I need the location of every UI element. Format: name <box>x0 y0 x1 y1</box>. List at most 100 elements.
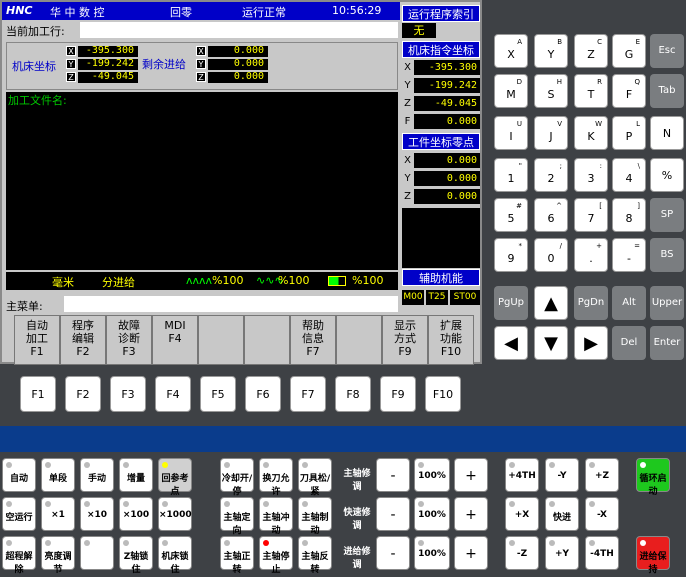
op-left-0-3[interactable]: 增量 <box>119 458 153 492</box>
op-mid-1-2[interactable]: 主轴制动 <box>298 497 332 536</box>
key-extra-6[interactable]: Upper <box>650 286 684 320</box>
key-3[interactable]: GE <box>612 34 646 68</box>
override-plus-1[interactable]: + <box>454 497 488 531</box>
softkey-f1[interactable]: 自动 加工 F1 <box>14 315 60 365</box>
key-2[interactable]: ZC <box>574 34 608 68</box>
fbutton-9[interactable]: F9 <box>380 376 416 412</box>
key-extra-5[interactable]: BS <box>650 238 684 272</box>
key-extra-4[interactable]: SP <box>650 198 684 232</box>
softkey-f8[interactable] <box>336 315 382 365</box>
op-left-1-4[interactable]: ×1000 <box>158 497 192 531</box>
arrow-down-icon[interactable]: ▼ <box>534 326 568 360</box>
op-mid-0-1[interactable]: 换刀允许 <box>259 458 293 497</box>
op-mid-0-2[interactable]: 刀具松/紧 <box>298 458 332 497</box>
fbutton-3[interactable]: F3 <box>110 376 146 412</box>
arrow-right-icon[interactable]: ▶ <box>574 326 608 360</box>
key-5[interactable]: SH <box>534 74 568 108</box>
nav-0[interactable]: PgUp <box>494 286 528 320</box>
op-left-0-4[interactable]: 回参考点 <box>158 458 192 497</box>
jog-1-0[interactable]: +X <box>505 497 539 531</box>
softkey-f6[interactable] <box>244 315 290 365</box>
key-7[interactable]: FQ <box>612 74 646 108</box>
key-0[interactable]: XA <box>494 34 528 68</box>
key-21[interactable]: 0/ <box>534 238 568 272</box>
fbutton-6[interactable]: F6 <box>245 376 281 412</box>
key-12[interactable]: 1 " <box>494 158 528 192</box>
key-extra-7[interactable]: Enter <box>650 326 684 360</box>
op-left-2-3[interactable]: Z轴锁住 <box>119 536 153 575</box>
jog-2-2[interactable]: -4TH <box>585 536 619 570</box>
softkey-f3[interactable]: 故障 诊断 F3 <box>106 315 152 365</box>
op-mid-0-0[interactable]: 冷却开/停 <box>220 458 254 497</box>
key-4[interactable]: MD <box>494 74 528 108</box>
softkey-f4[interactable]: MDI F4 <box>152 315 198 365</box>
op-left-0-2[interactable]: 手动 <box>80 458 114 492</box>
fbutton-10[interactable]: F10 <box>425 376 461 412</box>
op-left-1-3[interactable]: ×100 <box>119 497 153 531</box>
override-minus-0[interactable]: - <box>376 458 410 492</box>
key-14[interactable]: 3: <box>574 158 608 192</box>
override-plus-0[interactable]: + <box>454 458 488 492</box>
key-19[interactable]: 8] <box>612 198 646 232</box>
fbutton-5[interactable]: F5 <box>200 376 236 412</box>
jog-0-1[interactable]: -Y <box>545 458 579 492</box>
key-1[interactable]: YB <box>534 34 568 68</box>
jog-2-1[interactable]: +Y <box>545 536 579 570</box>
nav-2[interactable]: Alt <box>612 286 646 320</box>
override-minus-1[interactable]: - <box>376 497 410 531</box>
key-13[interactable]: 2; <box>534 158 568 192</box>
feed-hold-button[interactable]: 进给保持 <box>636 536 670 575</box>
jog-1-2[interactable]: -X <box>585 497 619 531</box>
nav-1[interactable]: PgDn <box>574 286 608 320</box>
softkey-f7[interactable]: 帮助 信息 F7 <box>290 315 336 365</box>
jog-1-1[interactable]: 快进 <box>545 497 579 531</box>
op-mid-1-0[interactable]: 主轴定向 <box>220 497 254 536</box>
cycle-start-button[interactable]: 循环启动 <box>636 458 670 497</box>
key-extra-3[interactable]: % <box>650 158 684 192</box>
op-left-0-1[interactable]: 单段 <box>41 458 75 492</box>
key-extra-0[interactable]: Esc <box>650 34 684 68</box>
nav-3[interactable]: Del <box>612 326 646 360</box>
arrow-up-icon[interactable]: ▲ <box>534 286 568 320</box>
key-20[interactable]: 9 * <box>494 238 528 272</box>
override-minus-2[interactable]: - <box>376 536 410 570</box>
override-value-2[interactable]: 100% <box>414 536 450 570</box>
op-left-0-0[interactable]: 自动 <box>2 458 36 492</box>
fbutton-4[interactable]: F4 <box>155 376 191 412</box>
key-extra-1[interactable]: Tab <box>650 74 684 108</box>
op-mid-2-0[interactable]: 主轴正转 <box>220 536 254 575</box>
key-extra-2[interactable]: N <box>650 116 684 150</box>
softkey-f10[interactable]: 扩展 功能 F10 <box>428 315 474 365</box>
fbutton-7[interactable]: F7 <box>290 376 326 412</box>
softkey-f9[interactable]: 显示 方式 F9 <box>382 315 428 365</box>
key-8[interactable]: IU <box>494 116 528 150</box>
key-18[interactable]: 7[ <box>574 198 608 232</box>
softkey-f5[interactable] <box>198 315 244 365</box>
key-16[interactable]: 5 # <box>494 198 528 232</box>
override-value-0[interactable]: 100% <box>414 458 450 492</box>
op-left-1-2[interactable]: ×10 <box>80 497 114 531</box>
op-left-2-4[interactable]: 机床锁住 <box>158 536 192 575</box>
key-10[interactable]: KW <box>574 116 608 150</box>
op-mid-2-1[interactable]: 主轴停止 <box>259 536 293 575</box>
key-23[interactable]: - = <box>612 238 646 272</box>
override-plus-2[interactable]: + <box>454 536 488 570</box>
override-value-1[interactable]: 100% <box>414 497 450 531</box>
op-mid-2-2[interactable]: 主轴反转 <box>298 536 332 575</box>
fbutton-2[interactable]: F2 <box>65 376 101 412</box>
arrow-left-icon[interactable]: ◀ <box>494 326 528 360</box>
fbutton-1[interactable]: F1 <box>20 376 56 412</box>
key-11[interactable]: PL <box>612 116 646 150</box>
op-left-1-0[interactable]: 空运行 <box>2 497 36 531</box>
key-15[interactable]: 4 \ <box>612 158 646 192</box>
jog-2-0[interactable]: -Z <box>505 536 539 570</box>
key-6[interactable]: TR <box>574 74 608 108</box>
key-9[interactable]: JV <box>534 116 568 150</box>
jog-0-0[interactable]: +4TH <box>505 458 539 492</box>
jog-0-2[interactable]: +Z <box>585 458 619 492</box>
op-mid-1-1[interactable]: 主轴冲动 <box>259 497 293 536</box>
op-left-2-1[interactable]: 亮度调节 <box>41 536 75 575</box>
op-left-1-1[interactable]: ×1 <box>41 497 75 531</box>
op-left-2-0[interactable]: 超程解除 <box>2 536 36 575</box>
softkey-f2[interactable]: 程序 编辑 F2 <box>60 315 106 365</box>
